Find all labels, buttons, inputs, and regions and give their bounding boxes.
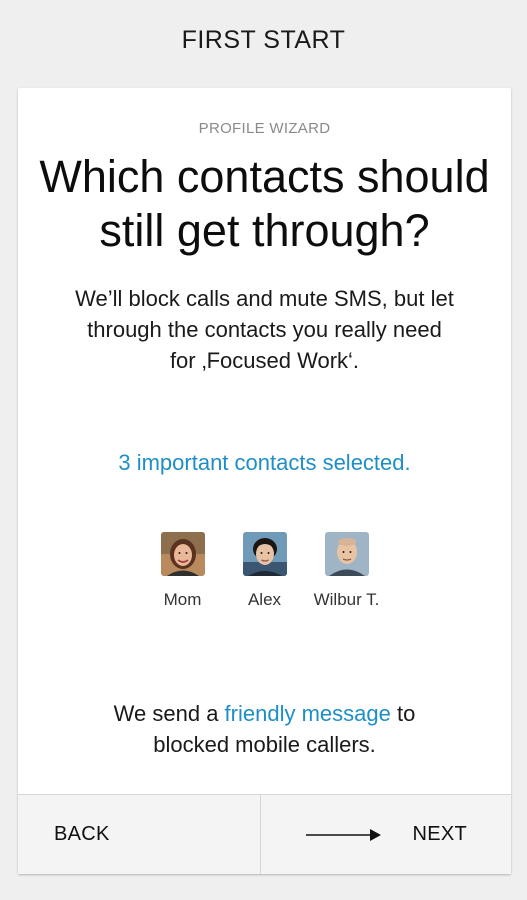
contact-mom[interactable]: Mom (145, 532, 221, 610)
wizard-headline: Which contacts should still get through? (28, 150, 501, 258)
description-line-1: We’ll block calls and mute SMS, but let (75, 286, 454, 311)
back-button-label: BACK (54, 823, 110, 845)
description-line-3: for ‚Focused Work‘. (169, 348, 360, 373)
selected-contacts-link[interactable]: 3 important contacts selected. (18, 450, 511, 476)
contact-name: Alex (247, 590, 282, 609)
back-button[interactable]: BACK (18, 795, 261, 874)
contact-alex[interactable]: Alex (227, 532, 303, 610)
avatar-wilbur-icon (324, 532, 369, 576)
page-title: FIRST START (181, 25, 346, 54)
friendly-message-link[interactable]: friendly message (225, 701, 391, 726)
next-button[interactable]: NEXT (261, 795, 511, 874)
contact-name: Mom (163, 590, 202, 609)
headline-line-2: still get through? (99, 205, 430, 256)
contact-wilbur[interactable]: Wilbur T. (309, 532, 385, 610)
contact-list: Mom Alex Wilbur T. (18, 532, 511, 610)
contact-name: Wilbur T. (313, 590, 380, 609)
description-line-2: through the contacts you really need (87, 317, 442, 342)
auto-reply-note: We send a friendly message to blocked mo… (38, 698, 491, 760)
arrow-right-icon (306, 828, 382, 841)
wizard-card: PROFILE WIZARD Which contacts should sti… (18, 88, 511, 874)
note-suffix: to (390, 701, 416, 726)
note-line-2: blocked mobile callers. (153, 732, 376, 757)
wizard-description: We’ll block calls and mute SMS, but let … (38, 283, 491, 376)
wizard-navigation: BACK NEXT (18, 794, 511, 874)
top-bar: FIRST START (0, 0, 527, 80)
wizard-step-label: PROFILE WIZARD (198, 120, 331, 137)
next-button-label: NEXT (412, 823, 467, 845)
headline-line-1: Which contacts should (39, 151, 490, 202)
avatar-mom-icon (160, 532, 205, 576)
avatar-alex-icon (242, 532, 287, 576)
note-prefix: We send a (113, 701, 225, 726)
